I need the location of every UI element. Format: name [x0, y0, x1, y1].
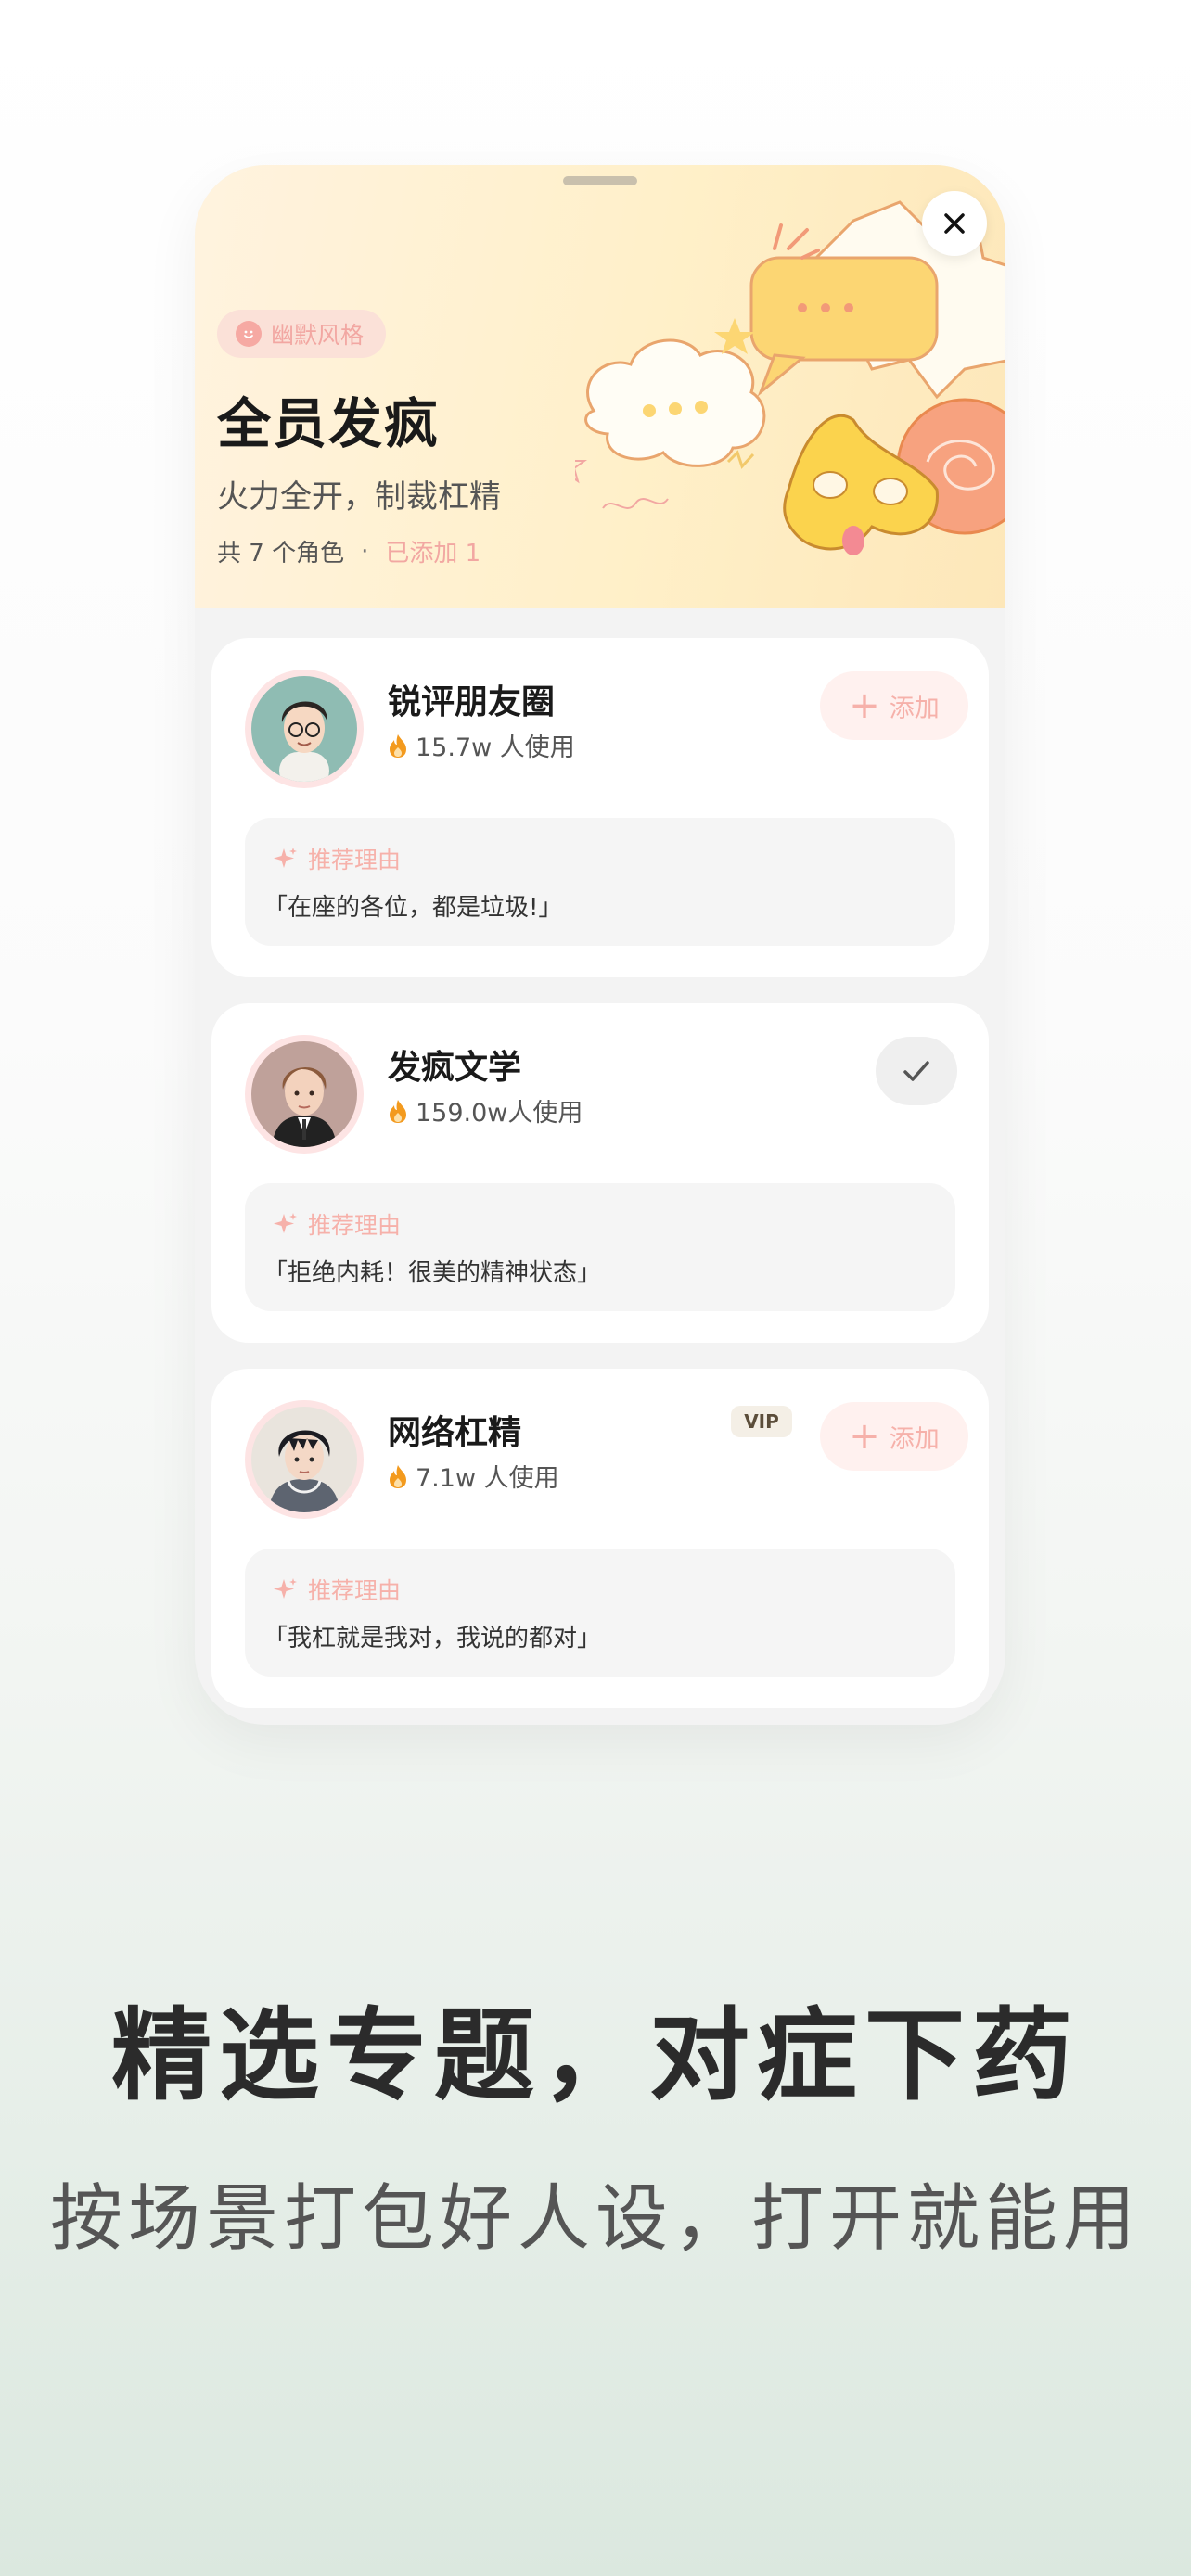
flame-icon	[390, 733, 406, 758]
flame-icon	[390, 1099, 406, 1123]
topic-sheet: 幽默风格 全员发疯 火力全开，制裁杠精 共 7 个角色 · 已添加 1 锐评朋友…	[195, 165, 1005, 1725]
role-card[interactable]: 发疯文学 159.0w人使用 推荐理由 「拒绝内耗！很美的精神状态」	[211, 1003, 989, 1343]
recommend-reason: 推荐理由 「拒绝内耗！很美的精神状态」	[245, 1183, 955, 1311]
reason-label: 推荐理由	[273, 1573, 401, 1606]
sparkle-icon	[274, 848, 297, 868]
role-card[interactable]: 锐评朋友圈 15.7w 人使用 + 添加 推荐理由 「在座的各位，都是垃圾!」	[211, 638, 989, 977]
promo-headline: 精选专题，对症下药	[110, 1998, 1080, 2114]
promo-subline: 按场景打包好人设，打开就能用	[49, 2177, 1141, 2261]
reason-text: 「在座的各位，都是垃圾!」	[263, 894, 563, 922]
reason-label: 推荐理由	[273, 842, 401, 875]
avatar-image	[251, 1041, 357, 1147]
avatar	[245, 1035, 364, 1154]
usage-count: 7.1w 人使用	[388, 1458, 559, 1494]
add-button[interactable]: + 添加	[820, 1402, 968, 1471]
avatar	[245, 1400, 364, 1519]
added-check-button[interactable]	[876, 1037, 957, 1105]
vip-badge: VIP	[731, 1406, 792, 1437]
reason-label-text: 推荐理由	[308, 1577, 402, 1604]
role-card[interactable]: 网络杠精 VIP 7.1w 人使用 + 添加 推荐理由 「我杠就是我对，我说的都…	[211, 1369, 989, 1708]
usage-text: 7.1w 人使用	[416, 1464, 559, 1493]
topic-header: 幽默风格 全员发疯 火力全开，制裁杠精 共 7 个角色 · 已添加 1	[195, 165, 1005, 608]
sparkle-icon	[274, 1213, 297, 1233]
reason-label: 推荐理由	[273, 1207, 401, 1241]
meta-separator: ·	[361, 537, 369, 566]
usage-text: 159.0w人使用	[416, 1099, 583, 1128]
reason-label-text: 推荐理由	[308, 1212, 402, 1239]
style-tag: 幽默风格	[217, 310, 387, 358]
avatar-image	[251, 676, 357, 782]
smile-icon	[236, 321, 262, 347]
close-icon	[944, 213, 965, 234]
role-name: 网络杠精	[388, 1414, 522, 1452]
sparkle-icon	[274, 1578, 297, 1599]
reason-text: 「我杠就是我对，我说的都对」	[263, 1625, 602, 1652]
add-button-label: 添加	[889, 694, 940, 723]
usage-count: 15.7w 人使用	[388, 727, 575, 763]
topic-title: 全员发疯	[217, 392, 441, 455]
close-button[interactable]	[922, 191, 987, 256]
add-button[interactable]: + 添加	[820, 671, 968, 740]
added-count: 已添加 1	[385, 540, 481, 567]
avatar	[245, 670, 364, 788]
recommend-reason: 推荐理由 「在座的各位，都是垃圾!」	[245, 818, 955, 946]
reason-label-text: 推荐理由	[308, 847, 402, 874]
role-name: 锐评朋友圈	[388, 683, 556, 721]
flame-icon	[390, 1464, 406, 1488]
avatar-image	[251, 1407, 357, 1512]
check-icon	[903, 1061, 929, 1081]
role-count: 共 7 个角色	[217, 540, 345, 567]
reason-text: 「拒绝内耗！很美的精神状态」	[263, 1259, 602, 1287]
recommend-reason: 推荐理由 「我杠就是我对，我说的都对」	[245, 1549, 955, 1677]
usage-text: 15.7w 人使用	[416, 733, 575, 762]
role-name: 发疯文学	[388, 1049, 522, 1087]
topic-meta: 共 7 个角色 · 已添加 1	[217, 534, 480, 568]
topic-subtitle: 火力全开，制裁杠精	[217, 478, 501, 516]
add-button-label: 添加	[889, 1424, 940, 1454]
plus-icon: +	[849, 1415, 880, 1458]
plus-icon: +	[849, 684, 880, 727]
usage-count: 159.0w人使用	[388, 1092, 583, 1129]
style-tag-label: 幽默风格	[271, 322, 365, 349]
